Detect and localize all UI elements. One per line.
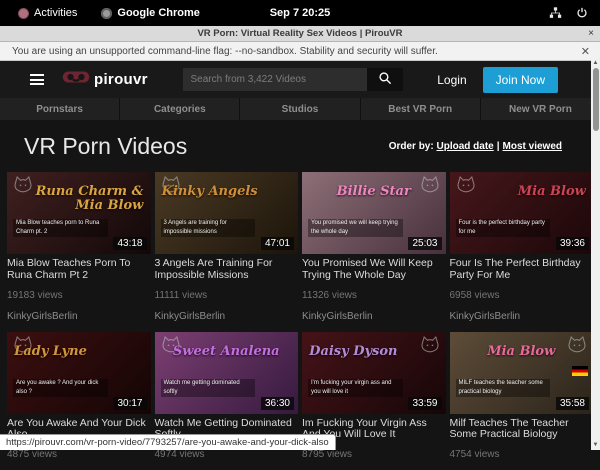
video-thumb[interactable]: Lady Lyne Are you awake ? And your dick …	[7, 332, 151, 414]
video-thumb[interactable]: Daisy Dyson I'm fucking your virgin ass …	[302, 332, 446, 414]
video-thumb[interactable]: Kinky Angels 3 Angels are training for i…	[155, 172, 299, 254]
nav-pornstars[interactable]: Pornstars	[0, 98, 119, 120]
thumb-overlay-name: Mia Blow	[457, 345, 586, 359]
thumb-overlay-caption: 3 Angels are training for impossible mis…	[161, 219, 256, 237]
video-views: 19183 views	[7, 290, 151, 301]
status-url-bar: https://pirouvr.com/vr-porn-video/779325…	[0, 434, 336, 450]
thumb-overlay-caption: Are you awake ? And your dick also ?	[13, 379, 108, 397]
network-icon[interactable]	[549, 7, 562, 19]
video-thumb[interactable]: Mia Blow MILF teaches the teacher some p…	[450, 332, 594, 414]
thumb-overlay-name: Mia Blow	[457, 185, 586, 199]
video-card[interactable]: Kinky Angels 3 Angels are training for i…	[155, 172, 299, 332]
nav-categories[interactable]: Categories	[119, 98, 239, 120]
video-views: 11111 views	[155, 290, 299, 301]
video-views: 8795 views	[302, 449, 446, 460]
power-icon[interactable]	[576, 7, 588, 19]
video-card[interactable]: Mia Blow MILF teaches the teacher some p…	[450, 332, 594, 470]
video-views: 6958 views	[450, 290, 594, 301]
scroll-up-icon[interactable]: ▲	[591, 59, 600, 67]
video-card[interactable]: Runa Charm & Mia Blow Mia Blow teaches p…	[7, 172, 151, 332]
duration-badge: 30:17	[113, 397, 146, 410]
logo-text: pirouvr	[94, 71, 148, 88]
order-upload-date-link[interactable]: Upload date	[436, 141, 493, 152]
page-heading-row: VR Porn Videos Order by: Upload date |Mos…	[0, 120, 600, 166]
video-title[interactable]: Mia Blow Teaches Porn To Runa Charm Pt 2	[7, 258, 151, 282]
site-header: pirouvr Login Join Now	[0, 61, 600, 98]
menu-icon[interactable]	[30, 74, 44, 85]
infobar-message: You are using an unsupported command-lin…	[0, 46, 438, 57]
video-grid: Runa Charm & Mia Blow Mia Blow teaches p…	[0, 166, 600, 470]
nav-best-vr-porn[interactable]: Best VR Porn	[360, 98, 480, 120]
thumb-overlay-name: Runa Charm & Mia Blow	[14, 185, 143, 212]
scrollbar-thumb[interactable]	[593, 68, 599, 131]
thumb-overlay-caption: MILF teaches the teacher some practical …	[456, 379, 551, 397]
search-input[interactable]	[183, 68, 367, 91]
infobar-close-icon[interactable]: ✕	[581, 45, 600, 58]
window-title: VR Porn: Virtual Reality Sex Videos | Pi…	[0, 28, 600, 39]
page-title: VR Porn Videos	[24, 133, 187, 160]
video-thumb[interactable]: Mia Blow Four is the perfect birthday pa…	[450, 172, 594, 254]
video-views: 4875 views	[7, 449, 151, 460]
video-thumb[interactable]: Sweet Analena Watch me getting dominated…	[155, 332, 299, 414]
order-by-label: Order by:	[389, 141, 434, 152]
nav-studios[interactable]: Studios	[239, 98, 359, 120]
search-form	[183, 68, 403, 91]
german-flag-icon	[572, 366, 588, 376]
vr-headset-icon	[62, 69, 90, 90]
thumb-overlay-name: Sweet Analena	[162, 345, 291, 359]
duration-badge: 39:36	[556, 237, 589, 250]
page-scrollbar[interactable]: ▲ ▼	[591, 59, 600, 450]
video-views: 11326 views	[302, 290, 446, 301]
search-icon	[378, 71, 392, 88]
video-title[interactable]: 3 Angels Are Training For Impossible Mis…	[155, 258, 299, 282]
main-nav: Pornstars Categories Studios Best VR Por…	[0, 98, 600, 120]
video-title[interactable]: Milf Teaches The Teacher Some Practical …	[450, 418, 594, 442]
video-card[interactable]: Billie Star You promised we will keep tr…	[302, 172, 446, 332]
video-title[interactable]: Four Is The Perfect Birthday Party For M…	[450, 258, 594, 282]
thumb-overlay-caption: I'm fucking your virgin ass and you will…	[308, 379, 403, 397]
video-title[interactable]: You Promised We Will Keep Trying The Who…	[302, 258, 446, 282]
video-studio-link[interactable]: KinkyGirlsBerlin	[155, 311, 299, 322]
window-close-icon[interactable]: ×	[582, 28, 600, 39]
thumb-overlay-caption: Mia Blow teaches porn to Runa Charm pt. …	[13, 219, 108, 237]
video-studio-link[interactable]: KinkyGirlsBerlin	[450, 311, 594, 322]
video-thumb[interactable]: Runa Charm & Mia Blow Mia Blow teaches p…	[7, 172, 151, 254]
duration-badge: 43:18	[113, 237, 146, 250]
site-logo[interactable]: pirouvr	[62, 69, 148, 90]
login-link[interactable]: Login	[437, 73, 466, 87]
order-separator: |	[497, 141, 500, 152]
scroll-down-icon[interactable]: ▼	[591, 441, 600, 449]
thumb-overlay-caption: You promised we will keep trying the who…	[308, 219, 403, 237]
thumb-overlay-caption: Watch me getting dominated softly	[161, 379, 256, 397]
thumb-overlay-caption: Four is the perfect birthday party for m…	[456, 219, 551, 237]
nav-new-vr-porn[interactable]: New VR Porn	[480, 98, 600, 120]
thumb-overlay-name: Billie Star	[309, 185, 438, 199]
search-button[interactable]	[367, 68, 403, 91]
video-views: 4754 views	[450, 449, 594, 460]
duration-badge: 25:03	[408, 237, 441, 250]
duration-badge: 36:30	[261, 397, 294, 410]
video-studio-link[interactable]: KinkyGirlsBerlin	[302, 311, 446, 322]
thumb-overlay-name: Lady Lyne	[14, 345, 143, 359]
video-card[interactable]: Mia Blow Four is the perfect birthday pa…	[450, 172, 594, 332]
system-top-bar: Activities Google Chrome Sep 7 20:25	[0, 0, 600, 26]
video-views: 4974 views	[155, 449, 299, 460]
clock[interactable]: Sep 7 20:25	[0, 7, 600, 19]
duration-badge: 35:58	[556, 397, 589, 410]
thumb-overlay-name: Daisy Dyson	[309, 345, 438, 359]
duration-badge: 33:59	[408, 397, 441, 410]
order-most-viewed-link[interactable]: Most viewed	[503, 141, 562, 152]
duration-badge: 47:01	[261, 237, 294, 250]
window-title-bar: VR Porn: Virtual Reality Sex Videos | Pi…	[0, 26, 600, 42]
video-thumb[interactable]: Billie Star You promised we will keep tr…	[302, 172, 446, 254]
order-by: Order by: Upload date |Most viewed	[389, 141, 562, 152]
chrome-infobar: You are using an unsupported command-lin…	[0, 42, 600, 61]
video-studio-link[interactable]: KinkyGirlsBerlin	[7, 311, 151, 322]
thumb-overlay-name: Kinky Angels	[162, 185, 291, 199]
join-now-button[interactable]: Join Now	[483, 67, 558, 93]
